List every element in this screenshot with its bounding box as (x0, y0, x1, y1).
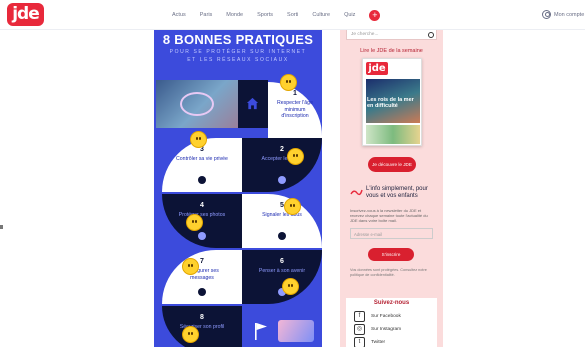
menu-item[interactable]: Actus (172, 12, 186, 18)
search-icon[interactable] (428, 32, 434, 38)
email-input[interactable]: Adresse e-mail (350, 228, 433, 239)
account-label: Mon compte (554, 11, 585, 18)
step-text: Sécuriser son profil (179, 324, 225, 330)
account-link[interactable]: Mon compte (542, 10, 584, 19)
wink-smiley-icon (287, 148, 304, 165)
social-link-twitter[interactable]: t Twitter (354, 337, 385, 347)
step-text: Configurer ses messages (185, 268, 219, 281)
menu-item[interactable]: Sports (257, 12, 273, 18)
newsletter-icon (350, 189, 363, 196)
magazine-cover[interactable]: jde Les rois de la mer en difficulté (362, 58, 422, 146)
step-icon (198, 288, 206, 296)
smiley-icon (280, 74, 297, 91)
infographic-title: 8 BONNES PRATIQUES (162, 32, 314, 47)
step-icon (198, 232, 206, 240)
search-input[interactable]: Je cherche... (346, 30, 437, 40)
step-number: 8 (200, 314, 204, 321)
main-menu: Actus Paris Monde Sports Sorti Culture Q… (172, 0, 381, 30)
step-text: Contrôler sa vie privée (176, 156, 228, 162)
step-number: 7 (200, 258, 204, 265)
thinking-smiley-icon (284, 198, 301, 215)
menu-item[interactable]: Monde (226, 12, 243, 18)
neutral-smiley-icon (182, 326, 199, 343)
menu-item[interactable]: Sorti (287, 12, 298, 18)
confused-smiley-icon (186, 214, 203, 231)
infographic-photo (156, 80, 238, 128)
social-label: Sur Instagram (371, 327, 402, 332)
magazine-bottom-image (366, 125, 420, 144)
infographic: 8 BONNES PRATIQUES POUR SE PROTÉGER SUR … (154, 30, 322, 347)
step-number: 5 (280, 202, 284, 209)
glasses-smiley-icon (190, 131, 207, 148)
step-6: 6 Penser à son avenir (242, 250, 322, 304)
social-link-instagram[interactable]: ◎ Sur Instagram (354, 324, 401, 335)
top-navigation: jde Actus Paris Monde Sports Sorti Cultu… (0, 0, 585, 30)
step-7: 7 Configurer ses messages (162, 250, 242, 304)
step-number: 2 (280, 146, 284, 153)
scroll-marker (0, 225, 3, 229)
newsletter-card: L'info simplement, pour vous et vos enfa… (346, 181, 437, 291)
read-magazine-button[interactable]: Je découvre le JDE (368, 157, 416, 172)
grin-smiley-icon (182, 258, 199, 275)
facebook-icon: f (354, 311, 365, 322)
step-number: 4 (200, 202, 204, 209)
step-icon (278, 176, 286, 184)
menu-item[interactable]: Culture (312, 12, 330, 18)
flag-icon (255, 323, 267, 340)
step-text: Signaler les abus (262, 212, 302, 218)
twitter-icon: t (354, 337, 365, 347)
worried-smiley-icon (282, 278, 299, 295)
menu-item[interactable]: Paris (200, 12, 213, 18)
magazine-headline: Les rois de la mer en difficulté (367, 97, 414, 109)
step-2: 2 Accepter les amis (242, 138, 322, 192)
user-icon (542, 10, 551, 19)
more-menu-button[interactable]: + (369, 9, 381, 21)
privacy-notice: Vos données sont protégées. Consultez no… (350, 268, 427, 277)
step-1: 1 Respecter l'âge minimum d'inscription (268, 82, 322, 138)
follow-heading: Suivez-nous (373, 300, 410, 306)
social-label: Sur Facebook (371, 314, 401, 319)
step-8: 8 Sécuriser son profil (162, 306, 242, 347)
site-logo[interactable]: jde (7, 3, 44, 26)
newsletter-title: L'info simplement, pour vous et vos enfa… (366, 186, 428, 199)
magazine-heading: Lire le JDE de la semaine (360, 48, 423, 54)
magazine-logo: jde (366, 62, 388, 75)
social-label: Twitter (371, 340, 386, 345)
step-icon (278, 232, 286, 240)
subscribe-button[interactable]: S'inscrire (368, 248, 414, 261)
step-text: Penser à son avenir (258, 268, 306, 274)
step-text: Accepter les amis (261, 156, 303, 162)
illustration-image (278, 320, 314, 342)
social-card: Suivez-nous f Sur Facebook ◎ Sur Instagr… (346, 298, 437, 347)
newsletter-text: Inscrivez-vous à la newsletter du JDE et… (350, 208, 428, 223)
social-link-facebook[interactable]: f Sur Facebook (354, 311, 401, 322)
step-icon (198, 176, 206, 184)
step-number: 6 (280, 258, 284, 265)
right-sidebar: Je cherche... Lire le JDE de la semaine … (340, 30, 443, 347)
step-number: 1 (293, 90, 297, 97)
step-5: 5 Signaler les abus (242, 194, 322, 248)
instagram-icon: ◎ (354, 324, 365, 335)
step-text: Respecter l'âge minimum d'inscription (277, 100, 313, 119)
infographic-subtitle: POUR SE PROTÉGER SUR INTERNET ET LES RÉS… (169, 49, 307, 63)
menu-item[interactable]: Quiz (344, 12, 355, 18)
